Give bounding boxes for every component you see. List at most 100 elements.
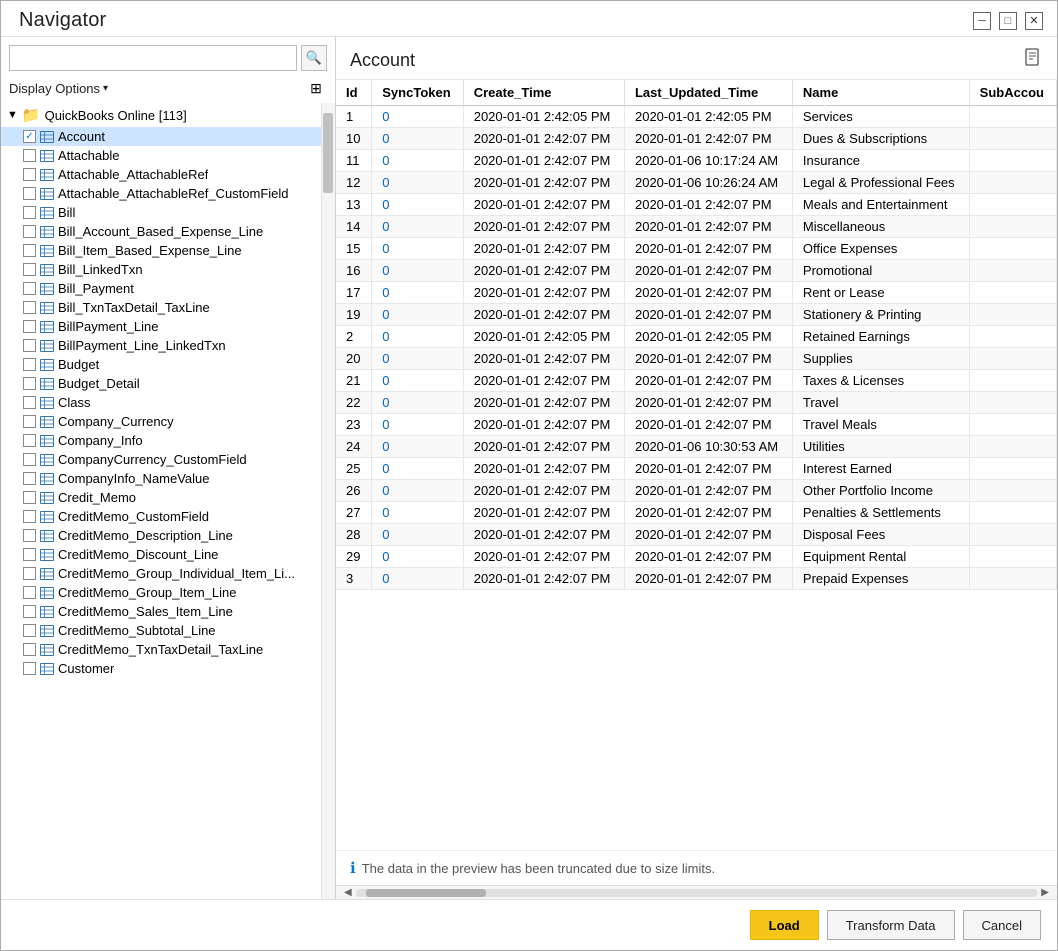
table-row: 1002020-01-01 2:42:07 PM2020-01-01 2:42:…	[336, 128, 1057, 150]
tree-item[interactable]: CompanyInfo_NameValue	[1, 469, 335, 488]
tree-item-checkbox[interactable]	[23, 605, 36, 618]
tree-item-checkbox[interactable]	[23, 206, 36, 219]
tree-item-checkbox[interactable]	[23, 415, 36, 428]
table-icon	[40, 397, 54, 409]
tree-item-checkbox[interactable]	[23, 548, 36, 561]
search-input[interactable]	[9, 45, 297, 71]
nav-icon-button[interactable]: ⊞	[305, 77, 327, 99]
tree-item-checkbox[interactable]	[23, 168, 36, 181]
tree-item[interactable]: CreditMemo_CustomField	[1, 507, 335, 526]
tree-item-checkbox[interactable]	[23, 187, 36, 200]
table-row: 2502020-01-01 2:42:07 PM2020-01-01 2:42:…	[336, 458, 1057, 480]
tree-item[interactable]: Bill	[1, 203, 335, 222]
table-cell: Other Portfolio Income	[792, 480, 969, 502]
tree-item[interactable]: Budget_Detail	[1, 374, 335, 393]
tree-item-checkbox[interactable]	[23, 358, 36, 371]
tree-item[interactable]: CreditMemo_Discount_Line	[1, 545, 335, 564]
tree-item-checkbox[interactable]	[23, 244, 36, 257]
table-cell: 2020-01-01 2:42:07 PM	[624, 502, 792, 524]
tree-item-checkbox[interactable]	[23, 529, 36, 542]
table-icon	[40, 492, 54, 504]
main-content: 🔍 Display Options ▾ ⊞ ▼ 📁 Qu	[1, 36, 1057, 899]
tree-item[interactable]: Bill_Account_Based_Expense_Line	[1, 222, 335, 241]
tree-item[interactable]: Bill_Payment	[1, 279, 335, 298]
tree-item-checkbox[interactable]	[23, 301, 36, 314]
table-cell: 0	[372, 480, 463, 502]
tree-item[interactable]: Account	[1, 127, 335, 146]
tree-item[interactable]: Attachable_AttachableRef_CustomField	[1, 184, 335, 203]
tree-item[interactable]: Attachable	[1, 146, 335, 165]
tree-item-label: BillPayment_Line_LinkedTxn	[58, 338, 226, 353]
tree-item-checkbox[interactable]	[23, 472, 36, 485]
table-cell: 11	[336, 150, 372, 172]
tree-item-checkbox[interactable]	[23, 434, 36, 447]
tree-item-checkbox[interactable]	[23, 320, 36, 333]
search-button[interactable]: 🔍	[301, 45, 327, 71]
scrollbar-thumb[interactable]	[323, 113, 333, 193]
tree-item-checkbox[interactable]	[23, 149, 36, 162]
table-cell: 2020-01-01 2:42:07 PM	[463, 216, 624, 238]
table-cell: 21	[336, 370, 372, 392]
tree-item[interactable]: CreditMemo_Group_Item_Line	[1, 583, 335, 602]
table-cell: 0	[372, 172, 463, 194]
folder-icon: 📁	[22, 106, 41, 124]
tree-item[interactable]: Budget	[1, 355, 335, 374]
tree-item-checkbox[interactable]	[23, 662, 36, 675]
tree-item[interactable]: Company_Info	[1, 431, 335, 450]
tree-item[interactable]: CreditMemo_Subtotal_Line	[1, 621, 335, 640]
tree-item[interactable]: CreditMemo_TxnTaxDetail_TaxLine	[1, 640, 335, 659]
tree-item[interactable]: CompanyCurrency_CustomField	[1, 450, 335, 469]
tree-item[interactable]: CreditMemo_Sales_Item_Line	[1, 602, 335, 621]
tree-item-checkbox[interactable]	[23, 643, 36, 656]
tree-item[interactable]: BillPayment_Line	[1, 317, 335, 336]
tree-item[interactable]: Attachable_AttachableRef	[1, 165, 335, 184]
tree-item-checkbox[interactable]	[23, 510, 36, 523]
scroll-right-arrow[interactable]: ▶	[1037, 887, 1053, 898]
table-cell: 2020-01-01 2:42:07 PM	[463, 436, 624, 458]
minimize-button[interactable]: ─	[973, 12, 991, 30]
table-cell: 2020-01-01 2:42:07 PM	[624, 392, 792, 414]
tree-item-checkbox[interactable]	[23, 567, 36, 580]
tree-item-checkbox[interactable]	[23, 396, 36, 409]
tree-item[interactable]: BillPayment_Line_LinkedTxn	[1, 336, 335, 355]
tree-item[interactable]: Company_Currency	[1, 412, 335, 431]
tree-item-checkbox[interactable]	[23, 130, 36, 143]
tree-item[interactable]: Bill_TxnTaxDetail_TaxLine	[1, 298, 335, 317]
scroll-left-arrow[interactable]: ◀	[340, 887, 356, 898]
tree-item[interactable]: CreditMemo_Group_Individual_Item_Li...	[1, 564, 335, 583]
tree-item-label: Company_Info	[58, 433, 143, 448]
table-cell: Disposal Fees	[792, 524, 969, 546]
tree-item-checkbox[interactable]	[23, 225, 36, 238]
table-cell	[969, 150, 1056, 172]
table-row: 2202020-01-01 2:42:07 PM2020-01-01 2:42:…	[336, 392, 1057, 414]
tree-area[interactable]: ▼ 📁 QuickBooks Online [113] AccountAttac…	[1, 103, 335, 899]
load-button[interactable]: Load	[750, 910, 819, 940]
tree-item[interactable]: Credit_Memo	[1, 488, 335, 507]
maximize-button[interactable]: □	[999, 12, 1017, 30]
tree-item[interactable]: Bill_LinkedTxn	[1, 260, 335, 279]
tree-item-checkbox[interactable]	[23, 377, 36, 390]
table-wrapper[interactable]: Id SyncToken Create_Time Last_Updated_Ti…	[336, 80, 1057, 850]
table-icon	[40, 321, 54, 333]
horizontal-scrollbar[interactable]: ◀ ▶	[336, 885, 1057, 899]
tree-item[interactable]: Customer	[1, 659, 335, 678]
cancel-button[interactable]: Cancel	[963, 910, 1041, 940]
table-row: 2902020-01-01 2:42:07 PM2020-01-01 2:42:…	[336, 546, 1057, 568]
tree-item-checkbox[interactable]	[23, 263, 36, 276]
col-subaccount: SubAccou	[969, 80, 1056, 106]
transform-data-button[interactable]: Transform Data	[827, 910, 955, 940]
tree-item[interactable]: CreditMemo_Description_Line	[1, 526, 335, 545]
tree-item-checkbox[interactable]	[23, 339, 36, 352]
display-options-button[interactable]: Display Options ▾	[9, 81, 108, 96]
close-button[interactable]: ✕	[1025, 12, 1043, 30]
tree-group-header[interactable]: ▼ 📁 QuickBooks Online [113]	[1, 103, 335, 127]
table-cell: Rent or Lease	[792, 282, 969, 304]
tree-item-checkbox[interactable]	[23, 624, 36, 637]
tree-item-checkbox[interactable]	[23, 453, 36, 466]
tree-item-checkbox[interactable]	[23, 491, 36, 504]
scroll-thumb[interactable]	[366, 889, 486, 897]
tree-item-checkbox[interactable]	[23, 282, 36, 295]
tree-item[interactable]: Bill_Item_Based_Expense_Line	[1, 241, 335, 260]
tree-item-checkbox[interactable]	[23, 586, 36, 599]
tree-item[interactable]: Class	[1, 393, 335, 412]
